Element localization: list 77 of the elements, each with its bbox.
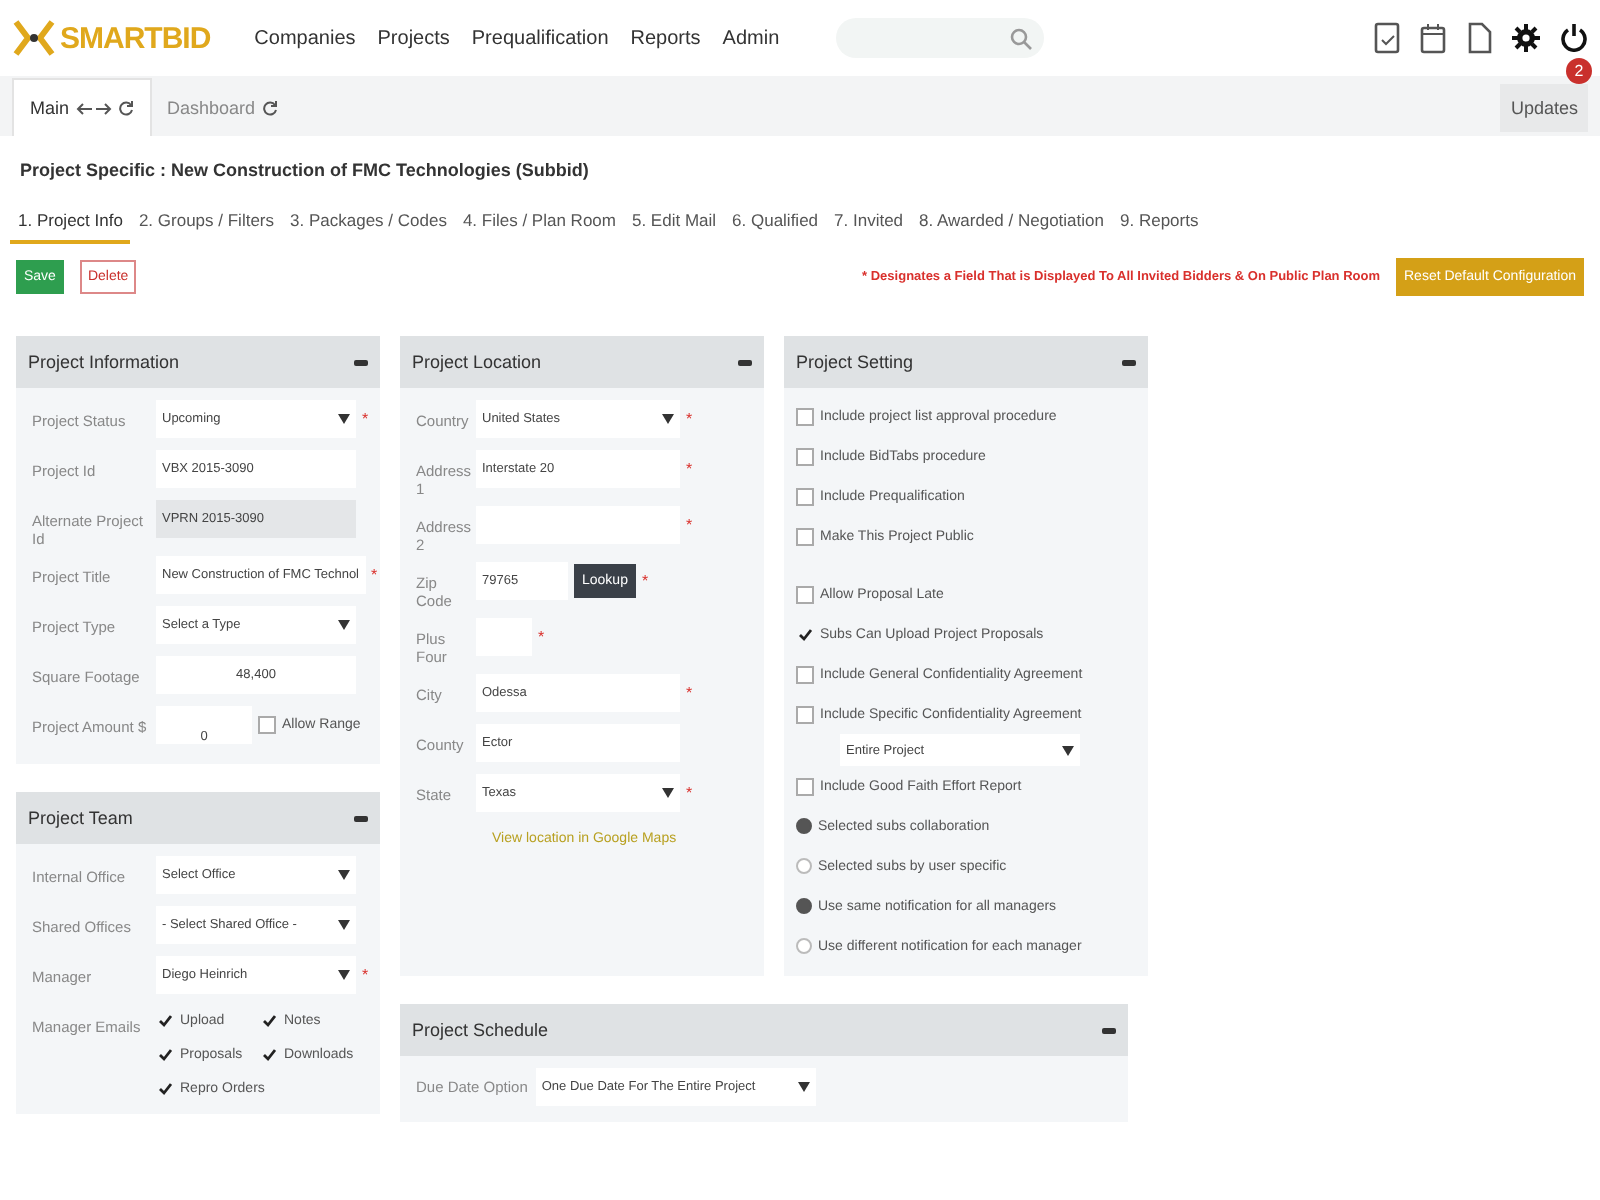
checkbox[interactable] [796, 777, 814, 795]
caret-icon [338, 414, 350, 424]
search-icon [1009, 27, 1032, 49]
search-field[interactable] [835, 18, 1044, 58]
caret-icon [797, 1082, 810, 1092]
logo-icon [12, 18, 56, 58]
nav-link[interactable]: Prequalification [471, 27, 609, 49]
radio-button[interactable] [796, 818, 812, 834]
nav-link[interactable]: Reports [630, 27, 701, 49]
window-tab[interactable]: Main [12, 78, 152, 136]
required-mark: * [686, 684, 693, 702]
panel-title: Project Schedule [412, 1020, 549, 1040]
file-icon[interactable] [1466, 22, 1492, 54]
checkbox[interactable] [796, 487, 814, 505]
required-mark: * [538, 628, 545, 646]
caret-icon [662, 788, 674, 798]
back-forward-arrows-icon[interactable] [75, 101, 112, 115]
panel-title: Project Team [28, 808, 133, 828]
checkbox[interactable] [258, 716, 276, 734]
checkbox[interactable] [796, 665, 814, 683]
caret-icon [1062, 745, 1074, 755]
checkbox[interactable] [156, 1012, 174, 1030]
checkbox[interactable] [796, 585, 814, 603]
notification-badge: 2 [1566, 58, 1592, 84]
caret-icon [662, 414, 674, 424]
document-icon[interactable] [1374, 22, 1400, 54]
checkbox[interactable] [156, 1080, 174, 1098]
collapse-icon[interactable] [354, 815, 368, 821]
radio-button[interactable] [796, 898, 812, 914]
required-mark: * [362, 966, 369, 984]
required-mark: * [686, 516, 693, 534]
required-mark: * [371, 566, 378, 584]
checkbox[interactable] [796, 407, 814, 425]
logo-text: SMARTBID [60, 21, 211, 55]
collapse-icon[interactable] [354, 359, 368, 365]
checkbox[interactable] [796, 705, 814, 723]
tab[interactable]: 4. Files / Plan Room [454, 200, 624, 244]
nav-link[interactable]: Projects [377, 27, 450, 49]
radio-button[interactable] [796, 938, 812, 954]
power-icon[interactable] [1560, 24, 1588, 52]
checkbox[interactable] [796, 527, 814, 545]
tab[interactable]: 2. Groups / Filters [130, 200, 283, 244]
project-title: Project Specific : New Construction of FMC Technologies (Subbid) [18, 158, 591, 184]
refresh-icon[interactable] [117, 100, 134, 116]
checkbox[interactable] [260, 1012, 278, 1030]
checkbox[interactable] [260, 1046, 278, 1064]
panel-title: Project Information [28, 352, 180, 372]
required-mark: * [362, 410, 369, 428]
settings-icon[interactable] [1512, 24, 1540, 52]
checkbox[interactable] [796, 625, 814, 643]
panel-title: Project Setting [796, 352, 914, 372]
tab[interactable]: 8. Awarded / Negotiation [911, 200, 1112, 244]
required-mark: * [686, 784, 693, 802]
refresh-icon[interactable] [261, 100, 278, 116]
caret-icon [338, 870, 350, 880]
tab[interactable]: 7. Invited [826, 200, 912, 244]
required-mark: * [686, 410, 693, 428]
caret-icon [338, 920, 350, 930]
calendar-icon[interactable] [1420, 22, 1446, 54]
caret-icon [338, 970, 350, 980]
nav-link[interactable]: Companies [254, 27, 356, 49]
required-mark: * [641, 572, 649, 590]
collapse-icon[interactable] [738, 359, 752, 365]
required-mark: * [686, 460, 693, 478]
tab[interactable]: 9. Reports [1112, 200, 1207, 244]
caret-icon [338, 620, 350, 630]
tab[interactable]: 5. Edit Mail [623, 200, 725, 244]
nav-link[interactable]: Admin [722, 27, 780, 49]
tab[interactable]: 3. Packages / Codes [282, 200, 455, 244]
collapse-icon[interactable] [1102, 1027, 1116, 1033]
checkbox[interactable] [156, 1046, 174, 1064]
checkbox[interactable] [796, 447, 814, 465]
updates-button[interactable]: Updates [1500, 84, 1588, 132]
radio-button[interactable] [796, 858, 812, 874]
panel-title: Project Location [412, 352, 542, 372]
collapse-icon[interactable] [1122, 359, 1136, 365]
tab[interactable]: 6. Qualified [724, 200, 827, 244]
